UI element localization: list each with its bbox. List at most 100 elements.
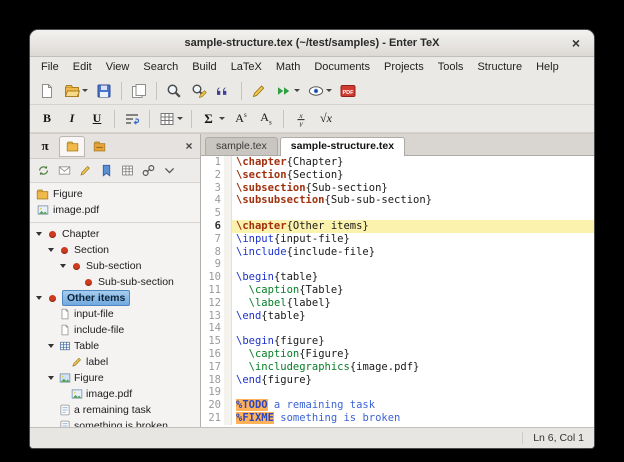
menu-build[interactable]: Build [185, 59, 223, 75]
view-pdf-button[interactable] [304, 79, 335, 102]
wrap-button[interactable] [120, 107, 144, 130]
code-line[interactable]: 18\end{figure} [201, 374, 594, 387]
fraction-button[interactable]: xy [289, 107, 313, 130]
structure-item-figure[interactable]: Figure [30, 370, 200, 386]
sqrt-button[interactable]: √x [314, 107, 338, 130]
math-panel-tab[interactable]: π [32, 136, 58, 157]
code-line[interactable]: 11 \caption{Table} [201, 284, 594, 297]
code-line[interactable]: 3\subsection{Sub-section} [201, 182, 594, 195]
sidebar-list-item-image-pdf[interactable]: image.pdf [30, 202, 200, 218]
bold-button[interactable]: B [35, 107, 59, 130]
expand-arrow-icon[interactable] [46, 344, 55, 348]
menu-file[interactable]: File [34, 59, 66, 75]
structure-item-input-file[interactable]: input-file [30, 306, 200, 322]
expand-arrow-icon[interactable] [46, 376, 55, 380]
menu-help[interactable]: Help [529, 59, 566, 75]
underline-button[interactable]: U [85, 107, 109, 130]
files-panel-tab[interactable] [86, 136, 112, 157]
save-button[interactable] [92, 79, 116, 102]
quickbuild-button[interactable] [272, 79, 303, 102]
menu-view[interactable]: View [99, 59, 137, 75]
structure-item-include-file[interactable]: include-file [30, 322, 200, 338]
link-button[interactable] [139, 161, 158, 180]
code-line[interactable]: 10\begin{table} [201, 271, 594, 284]
structure-item-image-pdf[interactable]: image.pdf [30, 386, 200, 402]
code-line[interactable]: 5 [201, 207, 594, 220]
code-line[interactable]: 19 [201, 386, 594, 399]
code-line[interactable]: 9 [201, 258, 594, 271]
format-button[interactable] [247, 79, 271, 102]
code-line[interactable]: 21%FIXME something is broken [201, 412, 594, 425]
code-line[interactable]: 6\chapter{Other items} [201, 220, 594, 233]
quotes-button[interactable] [212, 79, 236, 102]
mail-button[interactable] [55, 161, 74, 180]
environments-button[interactable] [155, 107, 186, 130]
code-line[interactable]: 13\end{table} [201, 310, 594, 323]
expand-arrow-icon[interactable] [34, 232, 43, 236]
toolbar-separator [149, 110, 150, 128]
bookmark-button[interactable] [97, 161, 116, 180]
expand-arrow-icon[interactable] [58, 264, 67, 268]
code-line[interactable]: 14 [201, 322, 594, 335]
superscript-button[interactable]: As [229, 107, 253, 130]
sum-button[interactable]: Σ [197, 107, 228, 130]
grid-button[interactable] [118, 161, 137, 180]
main-area: π × Figureimage.pdf ChapterSectionSub-se… [30, 133, 594, 427]
replace-button[interactable] [187, 79, 211, 102]
close-button[interactable]: × [566, 33, 586, 53]
code-line[interactable]: 1\chapter{Chapter} [201, 156, 594, 169]
structure-item-a-remaining-task[interactable]: a remaining task [30, 402, 200, 418]
menu-tools[interactable]: Tools [431, 59, 471, 75]
menu-documents[interactable]: Documents [307, 59, 377, 75]
structure-item-other-items[interactable]: Other items [30, 290, 200, 306]
code-line[interactable]: 4\subsubsection{Sub-sub-section} [201, 194, 594, 207]
open-file-button[interactable] [60, 79, 91, 102]
new-file-button[interactable] [35, 79, 59, 102]
structure-item-sub-sub-section[interactable]: Sub-sub-section [30, 274, 200, 290]
save-all-button[interactable] [127, 79, 151, 102]
code-line[interactable]: 8\include{include-file} [201, 246, 594, 259]
underline-icon: U [89, 110, 106, 127]
menu-structure[interactable]: Structure [470, 59, 529, 75]
structure-item-chapter[interactable]: Chapter [30, 226, 200, 242]
expand-arrow-icon[interactable] [46, 248, 55, 252]
code-line[interactable]: 15\begin{figure} [201, 335, 594, 348]
code-editor[interactable]: 1\chapter{Chapter}2\section{Section}3\su… [201, 156, 594, 427]
structure-item-table[interactable]: Table [30, 338, 200, 354]
subscript-button[interactable]: As [254, 107, 278, 130]
structure-item-sub-section[interactable]: Sub-section [30, 258, 200, 274]
code-line[interactable]: 12 \label{label} [201, 297, 594, 310]
title-bar[interactable]: sample-structure.tex (~/test/samples) - … [30, 30, 594, 57]
menu-edit[interactable]: Edit [66, 59, 99, 75]
tab-sample-structure-tex[interactable]: sample-structure.tex [280, 137, 405, 156]
item-label: Other items [62, 290, 130, 306]
pdf-button[interactable]: PDF [336, 79, 360, 102]
code-line[interactable]: 2\section{Section} [201, 169, 594, 182]
sidebar-list-item-figure[interactable]: Figure [30, 186, 200, 202]
sidebar-toolbar [30, 159, 200, 183]
code-line[interactable]: 16 \caption{Figure} [201, 348, 594, 361]
line-number: 15 [201, 335, 224, 348]
structure-item-label[interactable]: label [30, 354, 200, 370]
structure-item-section[interactable]: Section [30, 242, 200, 258]
tab-sample-tex[interactable]: sample.tex [205, 137, 278, 155]
menu-math[interactable]: Math [269, 59, 307, 75]
italic-button[interactable]: I [60, 107, 84, 130]
menu-latex[interactable]: LaTeX [224, 59, 269, 75]
code-line[interactable]: 20%TODO a remaining task [201, 399, 594, 412]
sidebar-close-button[interactable]: × [180, 137, 198, 155]
find-button[interactable] [162, 79, 186, 102]
structure-panel-tab[interactable] [59, 136, 85, 157]
code-line[interactable]: 17 \includegraphics{image.pdf} [201, 361, 594, 374]
update-structure-button[interactable] [34, 161, 53, 180]
edit-button[interactable] [76, 161, 95, 180]
structure-item-something-is-broken[interactable]: something is broken [30, 418, 200, 427]
code-line[interactable]: 7\input{input-file} [201, 233, 594, 246]
menu-projects[interactable]: Projects [377, 59, 431, 75]
collapse-button[interactable] [160, 161, 179, 180]
menu-search[interactable]: Search [136, 59, 185, 75]
latex-keyword-token: \begin [236, 271, 274, 283]
latex-command-token: \chapter [236, 156, 287, 168]
expand-arrow-icon[interactable] [34, 296, 43, 300]
code-text [232, 322, 594, 335]
